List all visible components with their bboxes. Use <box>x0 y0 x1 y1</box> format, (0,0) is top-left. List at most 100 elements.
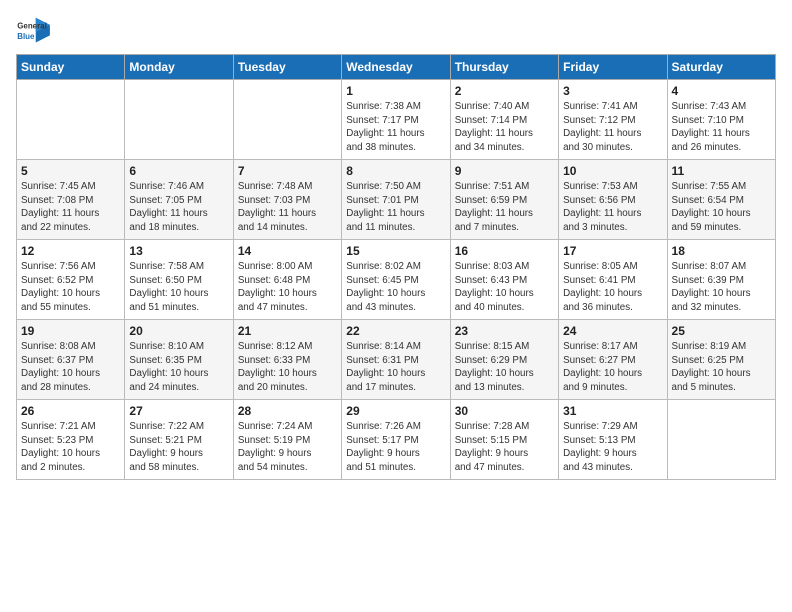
day-number: 17 <box>563 244 662 258</box>
header: General Blue <box>16 16 776 46</box>
day-number: 22 <box>346 324 445 338</box>
day-info: Sunrise: 8:15 AMSunset: 6:29 PMDaylight:… <box>455 340 554 395</box>
calendar-cell: 29 Sunrise: 7:26 AMSunset: 5:17 PMDayligh… <box>342 400 450 480</box>
calendar-cell: 1 Sunrise: 7:38 AMSunset: 7:17 PMDaylight… <box>342 80 450 160</box>
calendar-week-row: 12 Sunrise: 7:56 AMSunset: 6:52 PMDayligh… <box>17 240 776 320</box>
day-number: 9 <box>455 164 554 178</box>
calendar-cell: 25Sunrise: 8:19 AMSunset: 6:25 PMDayligh… <box>667 320 775 400</box>
svg-text:Blue: Blue <box>17 32 35 41</box>
day-number: 31 <box>563 404 662 418</box>
weekday-header: Saturday <box>667 55 775 80</box>
calendar-table: SundayMondayTuesdayWednesdayThursdayFrid… <box>16 54 776 480</box>
calendar-cell: 17Sunrise: 8:05 AMSunset: 6:41 PMDayligh… <box>559 240 667 320</box>
day-info: Sunrise: 7:43 AMSunset: 7:10 PMDaylight:… <box>672 100 771 155</box>
weekday-header-row: SundayMondayTuesdayWednesdayThursdayFrid… <box>17 55 776 80</box>
day-info: Sunrise: 8:03 AMSunset: 6:43 PMDaylight:… <box>455 260 554 315</box>
logo-icon: General Blue <box>16 16 52 46</box>
calendar-cell: 2 Sunrise: 7:40 AMSunset: 7:14 PMDaylight… <box>450 80 558 160</box>
day-info: Sunrise: 8:07 AMSunset: 6:39 PMDaylight:… <box>672 260 771 315</box>
day-info: Sunrise: 7:29 AMSunset: 5:13 PMDaylight:… <box>563 420 662 475</box>
day-info: Sunrise: 7:28 AMSunset: 5:15 PMDaylight:… <box>455 420 554 475</box>
weekday-header: Monday <box>125 55 233 80</box>
day-info: Sunrise: 7:26 AMSunset: 5:17 PMDaylight:… <box>346 420 445 475</box>
day-info: Sunrise: 7:45 AMSunset: 7:08 PMDaylight:… <box>21 180 120 235</box>
calendar-cell: 31 Sunrise: 7:29 AMSunset: 5:13 PMDayligh… <box>559 400 667 480</box>
day-number: 6 <box>129 164 228 178</box>
day-number: 29 <box>346 404 445 418</box>
day-info: Sunrise: 8:00 AMSunset: 6:48 PMDaylight:… <box>238 260 337 315</box>
day-info: Sunrise: 7:48 AMSunset: 7:03 PMDaylight:… <box>238 180 337 235</box>
calendar-cell: 4 Sunrise: 7:43 AMSunset: 7:10 PMDaylight… <box>667 80 775 160</box>
calendar-week-row: 26 Sunrise: 7:21 AMSunset: 5:23 PMDayligh… <box>17 400 776 480</box>
day-number: 14 <box>238 244 337 258</box>
day-info: Sunrise: 8:02 AMSunset: 6:45 PMDaylight:… <box>346 260 445 315</box>
calendar-cell: 13Sunrise: 7:58 AMSunset: 6:50 PMDayligh… <box>125 240 233 320</box>
svg-text:General: General <box>17 21 47 30</box>
calendar-cell: 16 Sunrise: 8:03 AMSunset: 6:43 PMDayligh… <box>450 240 558 320</box>
day-number: 12 <box>21 244 120 258</box>
weekday-header: Tuesday <box>233 55 341 80</box>
day-number: 5 <box>21 164 120 178</box>
day-number: 11 <box>672 164 771 178</box>
day-number: 20 <box>129 324 228 338</box>
calendar-cell: 14 Sunrise: 8:00 AMSunset: 6:48 PMDayligh… <box>233 240 341 320</box>
day-number: 3 <box>563 84 662 98</box>
day-number: 8 <box>346 164 445 178</box>
day-info: Sunrise: 7:56 AMSunset: 6:52 PMDaylight:… <box>21 260 120 315</box>
calendar-cell: 27 Sunrise: 7:22 AMSunset: 5:21 PMDayligh… <box>125 400 233 480</box>
calendar-cell <box>233 80 341 160</box>
calendar-cell: 24Sunrise: 8:17 AMSunset: 6:27 PMDayligh… <box>559 320 667 400</box>
day-info: Sunrise: 7:50 AMSunset: 7:01 PMDaylight:… <box>346 180 445 235</box>
calendar-cell: 8 Sunrise: 7:50 AMSunset: 7:01 PMDaylight… <box>342 160 450 240</box>
day-info: Sunrise: 7:40 AMSunset: 7:14 PMDaylight:… <box>455 100 554 155</box>
weekday-header: Friday <box>559 55 667 80</box>
calendar-cell: 12 Sunrise: 7:56 AMSunset: 6:52 PMDayligh… <box>17 240 125 320</box>
day-number: 13 <box>129 244 228 258</box>
weekday-header: Wednesday <box>342 55 450 80</box>
calendar-cell: 19 Sunrise: 8:08 AMSunset: 6:37 PMDayligh… <box>17 320 125 400</box>
calendar-cell: 20 Sunrise: 8:10 AMSunset: 6:35 PMDayligh… <box>125 320 233 400</box>
calendar-week-row: 5 Sunrise: 7:45 AMSunset: 7:08 PMDaylight… <box>17 160 776 240</box>
day-info: Sunrise: 7:55 AMSunset: 6:54 PMDaylight:… <box>672 180 771 235</box>
day-number: 10 <box>563 164 662 178</box>
day-info: Sunrise: 8:14 AMSunset: 6:31 PMDaylight:… <box>346 340 445 395</box>
day-number: 27 <box>129 404 228 418</box>
day-number: 26 <box>21 404 120 418</box>
day-info: Sunrise: 7:24 AMSunset: 5:19 PMDaylight:… <box>238 420 337 475</box>
calendar-week-row: 19 Sunrise: 8:08 AMSunset: 6:37 PMDayligh… <box>17 320 776 400</box>
calendar-cell: 28 Sunrise: 7:24 AMSunset: 5:19 PMDayligh… <box>233 400 341 480</box>
day-info: Sunrise: 8:08 AMSunset: 6:37 PMDaylight:… <box>21 340 120 395</box>
day-info: Sunrise: 7:21 AMSunset: 5:23 PMDaylight:… <box>21 420 120 475</box>
day-number: 1 <box>346 84 445 98</box>
day-info: Sunrise: 7:46 AMSunset: 7:05 PMDaylight:… <box>129 180 228 235</box>
calendar-cell: 21Sunrise: 8:12 AMSunset: 6:33 PMDayligh… <box>233 320 341 400</box>
day-number: 4 <box>672 84 771 98</box>
day-info: Sunrise: 8:12 AMSunset: 6:33 PMDaylight:… <box>238 340 337 395</box>
day-info: Sunrise: 7:53 AMSunset: 6:56 PMDaylight:… <box>563 180 662 235</box>
calendar-cell: 9 Sunrise: 7:51 AMSunset: 6:59 PMDaylight… <box>450 160 558 240</box>
calendar-cell: 30Sunrise: 7:28 AMSunset: 5:15 PMDayligh… <box>450 400 558 480</box>
calendar-cell <box>667 400 775 480</box>
weekday-header: Sunday <box>17 55 125 80</box>
calendar-cell: 7 Sunrise: 7:48 AMSunset: 7:03 PMDaylight… <box>233 160 341 240</box>
calendar-cell: 11 Sunrise: 7:55 AMSunset: 6:54 PMDayligh… <box>667 160 775 240</box>
day-number: 25 <box>672 324 771 338</box>
day-number: 19 <box>21 324 120 338</box>
day-number: 18 <box>672 244 771 258</box>
calendar-cell: 26 Sunrise: 7:21 AMSunset: 5:23 PMDayligh… <box>17 400 125 480</box>
day-info: Sunrise: 7:51 AMSunset: 6:59 PMDaylight:… <box>455 180 554 235</box>
day-info: Sunrise: 8:10 AMSunset: 6:35 PMDaylight:… <box>129 340 228 395</box>
calendar-cell: 3Sunrise: 7:41 AMSunset: 7:12 PMDaylight… <box>559 80 667 160</box>
day-number: 16 <box>455 244 554 258</box>
day-number: 7 <box>238 164 337 178</box>
calendar-cell: 5 Sunrise: 7:45 AMSunset: 7:08 PMDaylight… <box>17 160 125 240</box>
calendar-cell: 23Sunrise: 8:15 AMSunset: 6:29 PMDayligh… <box>450 320 558 400</box>
calendar-cell <box>125 80 233 160</box>
day-info: Sunrise: 7:38 AMSunset: 7:17 PMDaylight:… <box>346 100 445 155</box>
calendar-week-row: 1 Sunrise: 7:38 AMSunset: 7:17 PMDaylight… <box>17 80 776 160</box>
day-number: 2 <box>455 84 554 98</box>
day-number: 28 <box>238 404 337 418</box>
calendar-cell: 10 Sunrise: 7:53 AMSunset: 6:56 PMDayligh… <box>559 160 667 240</box>
calendar-cell <box>17 80 125 160</box>
day-info: Sunrise: 7:22 AMSunset: 5:21 PMDaylight:… <box>129 420 228 475</box>
